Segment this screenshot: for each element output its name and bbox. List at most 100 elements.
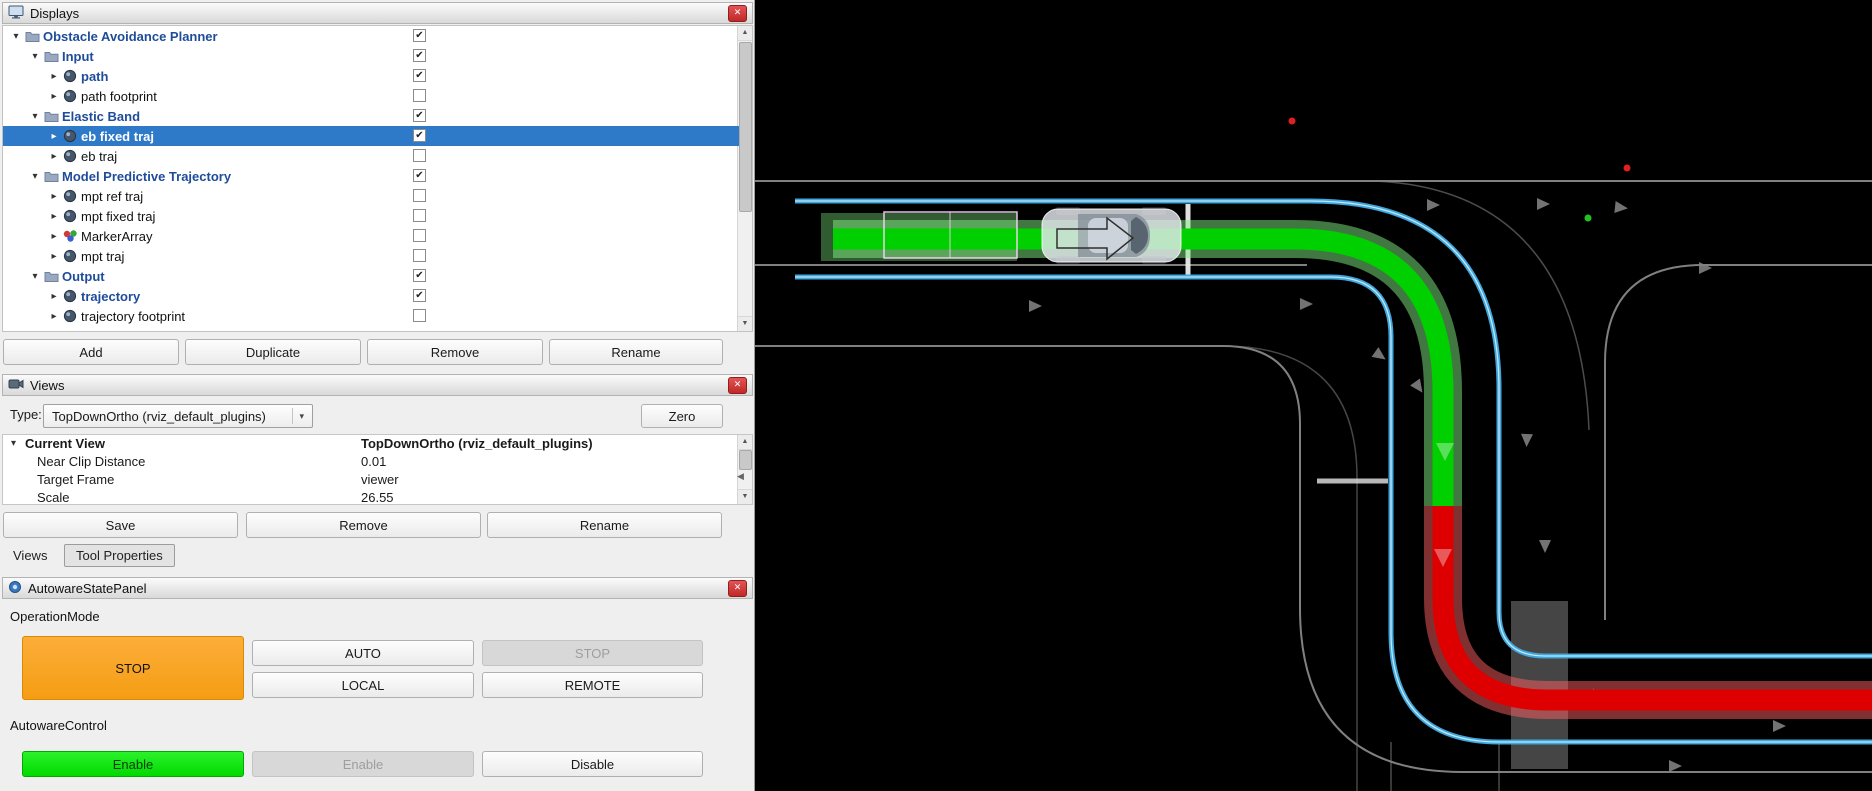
tree-row-eb-traj[interactable]: ▸eb traj <box>3 146 739 166</box>
collapse-arrow-icon[interactable]: ▸ <box>47 211 61 222</box>
remove-view-button[interactable]: Remove <box>246 512 481 538</box>
close-icon[interactable]: ✕ <box>728 377 747 394</box>
visibility-checkbox[interactable] <box>413 249 426 262</box>
tree-row-path-footprint[interactable]: ▸path footprint <box>3 86 739 106</box>
views-panel-titlebar[interactable]: Views ✕ <box>2 374 753 396</box>
visibility-checkbox[interactable]: ✔ <box>413 109 426 122</box>
scroll-up-icon[interactable]: ▲ <box>738 26 752 41</box>
views-property-grid[interactable]: ▲ ▼ ▾Current ViewTopDownOrtho (rviz_defa… <box>2 434 753 505</box>
3d-viewport[interactable] <box>755 0 1872 791</box>
remote-button[interactable]: REMOTE <box>482 672 703 698</box>
tree-row-trajectory[interactable]: ▸trajectory✔ <box>3 286 739 306</box>
tree-row-obstacle-avoidance-planner[interactable]: ▾Obstacle Avoidance Planner✔ <box>3 26 739 46</box>
display-icon <box>61 209 79 223</box>
zero-button[interactable]: Zero <box>641 404 723 428</box>
close-icon[interactable]: ✕ <box>728 580 747 597</box>
tab-tool-properties[interactable]: Tool Properties <box>64 544 175 567</box>
splitter-collapse-icon[interactable]: ◀ <box>737 471 744 482</box>
expand-arrow-icon[interactable]: ▾ <box>11 435 16 453</box>
visibility-checkbox[interactable]: ✔ <box>413 29 426 42</box>
tree-row-trajectory-footprint[interactable]: ▸trajectory footprint <box>3 306 739 326</box>
views-panel-title: Views <box>30 378 64 393</box>
duplicate-button[interactable]: Duplicate <box>185 339 361 365</box>
collapse-arrow-icon[interactable]: ▸ <box>47 131 61 142</box>
operation-mode-state-button[interactable]: STOP <box>22 636 244 700</box>
displays-panel-titlebar[interactable]: Displays ✕ <box>2 2 753 24</box>
property-row-current-view[interactable]: ▾Current ViewTopDownOrtho (rviz_default_… <box>3 435 739 453</box>
tree-row-mpt-fixed-traj[interactable]: ▸ mpt fixed traj <box>3 206 739 226</box>
remove-button[interactable]: Remove <box>367 339 543 365</box>
visibility-checkbox[interactable] <box>413 89 426 102</box>
visibility-checkbox[interactable]: ✔ <box>413 129 426 142</box>
tree-row-elastic-band[interactable]: ▾Elastic Band✔ <box>3 106 739 126</box>
property-value[interactable]: TopDownOrtho (rviz_default_plugins) <box>361 435 593 453</box>
visibility-checkbox[interactable]: ✔ <box>413 169 426 182</box>
tree-item-label: mpt fixed traj <box>81 209 155 224</box>
collapse-arrow-icon[interactable]: ▸ <box>47 191 61 202</box>
control-state-button[interactable]: Enable <box>22 751 244 777</box>
property-row-target-frame[interactable]: Target Frame viewer <box>3 471 739 489</box>
scroll-up-icon[interactable]: ▲ <box>738 435 752 450</box>
property-name: Target Frame <box>37 471 114 489</box>
collapse-arrow-icon[interactable]: ▸ <box>47 311 61 322</box>
tree-row-mpt-ref-traj[interactable]: ▸mpt ref traj <box>3 186 739 206</box>
views-grid-scrollbar[interactable]: ▲ ▼ <box>737 435 752 504</box>
displays-panel-title: Displays <box>30 6 79 21</box>
collapse-arrow-icon[interactable]: ▸ <box>47 291 61 302</box>
property-value[interactable]: viewer <box>361 471 399 489</box>
enable-button: Enable <box>252 751 474 777</box>
property-value[interactable]: 26.55 <box>361 489 394 505</box>
displays-tree[interactable]: ▲ ▼ ▾Obstacle Avoidance Planner✔▾Input✔▸… <box>2 25 753 332</box>
collapse-arrow-icon[interactable]: ▸ <box>47 91 61 102</box>
local-button[interactable]: LOCAL <box>252 672 474 698</box>
tree-row-eb-fixed-traj[interactable]: ▸ eb fixed traj ✔ <box>3 126 739 146</box>
tree-row-path[interactable]: ▸path✔ <box>3 66 739 86</box>
collapse-arrow-icon[interactable]: ▸ <box>47 151 61 162</box>
view-type-combobox[interactable]: TopDownOrtho (rviz_default_plugins) ▾ <box>43 404 313 428</box>
add-button[interactable]: Add <box>3 339 179 365</box>
scroll-down-icon[interactable]: ▼ <box>738 489 752 504</box>
visibility-checkbox[interactable]: ✔ <box>413 69 426 82</box>
visibility-checkbox[interactable]: ✔ <box>413 49 426 62</box>
autoware-control-label: AutowareControl <box>10 718 107 733</box>
expand-arrow-icon[interactable]: ▾ <box>9 31 23 42</box>
visibility-checkbox[interactable] <box>413 229 426 242</box>
expand-arrow-icon[interactable]: ▾ <box>28 111 42 122</box>
visibility-checkbox[interactable] <box>413 209 426 222</box>
tree-row-model-predictive-trajectory[interactable]: ▾Model Predictive Trajectory✔ <box>3 166 739 186</box>
scrollbar-thumb[interactable] <box>739 42 752 212</box>
scrollbar-thumb[interactable] <box>739 450 752 470</box>
expand-arrow-icon[interactable]: ▾ <box>28 271 42 282</box>
expand-arrow-icon[interactable]: ▾ <box>28 51 42 62</box>
autoware-panel-titlebar[interactable]: AutowareStatePanel ✕ <box>2 577 753 599</box>
tree-row-mpt-traj[interactable]: ▸ mpt traj <box>3 246 739 266</box>
auto-button[interactable]: AUTO <box>252 640 474 666</box>
expand-arrow-icon[interactable]: ▾ <box>28 171 42 182</box>
property-row-near-clip-distance[interactable]: Near Clip Distance0.01 <box>3 453 739 471</box>
visibility-checkbox[interactable] <box>413 309 426 322</box>
property-value[interactable]: 0.01 <box>361 453 386 471</box>
stop-button: STOP <box>482 640 703 666</box>
tree-item-label: eb fixed traj <box>81 129 154 144</box>
tree-row-output[interactable]: ▾Output✔ <box>3 266 739 286</box>
save-button[interactable]: Save <box>3 512 238 538</box>
visibility-checkbox[interactable] <box>413 149 426 162</box>
rename-button[interactable]: Rename <box>549 339 723 365</box>
close-icon[interactable]: ✕ <box>728 5 747 22</box>
collapse-arrow-icon[interactable]: ▸ <box>47 71 61 82</box>
collapse-arrow-icon[interactable]: ▸ <box>47 251 61 262</box>
tab-views[interactable]: Views <box>13 548 47 563</box>
trajectory-red <box>1443 506 1872 700</box>
disable-button[interactable]: Disable <box>482 751 703 777</box>
tree-item-label: mpt traj <box>81 249 124 264</box>
tree-row-input[interactable]: ▾Input✔ <box>3 46 739 66</box>
scroll-down-icon[interactable]: ▼ <box>738 316 752 331</box>
visibility-checkbox[interactable] <box>413 189 426 202</box>
property-row-scale[interactable]: Scale26.55 <box>3 489 739 505</box>
tree-row-markerarray[interactable]: ▸MarkerArray <box>3 226 739 246</box>
displays-tree-scrollbar[interactable]: ▲ ▼ <box>737 26 752 331</box>
visibility-checkbox[interactable]: ✔ <box>413 269 426 282</box>
visibility-checkbox[interactable]: ✔ <box>413 289 426 302</box>
rename-view-button[interactable]: Rename <box>487 512 722 538</box>
collapse-arrow-icon[interactable]: ▸ <box>47 231 61 242</box>
